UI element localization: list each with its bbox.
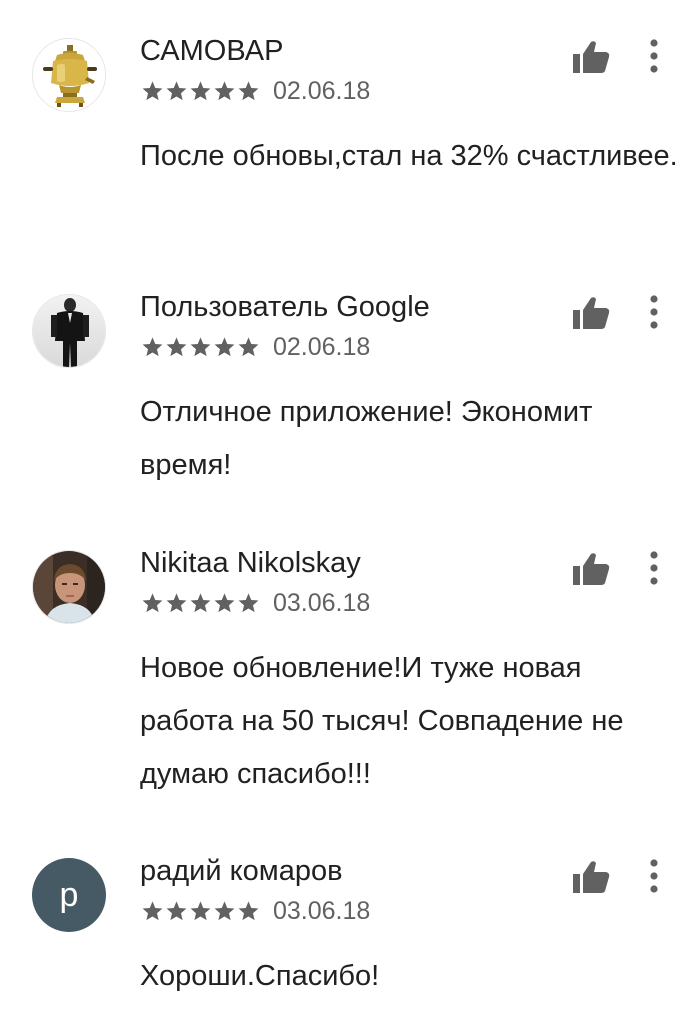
star-icon	[142, 81, 163, 101]
star-icon	[190, 337, 211, 357]
person-in-suit-icon	[33, 295, 105, 367]
author-avatar[interactable]: p	[32, 858, 106, 932]
review-date: 02.06.18	[273, 333, 371, 361]
thumbs-up-icon[interactable]	[572, 552, 610, 586]
author-name: радий комаров	[140, 855, 343, 887]
review-meta: 02.06.18	[141, 76, 370, 106]
review-text: Новое обновление!И туже новая работа на …	[140, 652, 624, 790]
thumbs-up-icon[interactable]	[572, 860, 610, 894]
star-rating	[141, 900, 261, 922]
author-avatar[interactable]	[32, 550, 106, 624]
star-icon	[166, 337, 187, 357]
review-text: После обновы,стал на 32% счастливее.	[140, 140, 678, 172]
more-vert-icon[interactable]	[640, 294, 668, 332]
author-avatar[interactable]	[32, 38, 106, 112]
thumbs-up-icon[interactable]	[572, 40, 610, 74]
author-name: Nikitaa Nikolskay	[140, 547, 361, 579]
star-icon	[214, 337, 235, 357]
samovar-icon	[33, 39, 105, 111]
star-rating	[141, 336, 261, 358]
thumbs-up-icon[interactable]	[572, 296, 610, 330]
review-text: Хороши.Спасибо!	[140, 960, 380, 992]
star-icon	[214, 81, 235, 101]
star-icon	[142, 593, 163, 613]
more-vert-icon[interactable]	[640, 858, 668, 896]
star-icon	[214, 593, 235, 613]
star-icon	[190, 901, 211, 921]
author-name: Пользователь Google	[140, 291, 430, 323]
star-rating	[141, 592, 261, 614]
review-date: 03.06.18	[273, 589, 371, 617]
review-meta: 03.06.18	[141, 588, 370, 618]
star-icon	[166, 901, 187, 921]
star-icon	[238, 901, 259, 921]
person-photo-icon	[33, 551, 105, 623]
star-icon	[238, 81, 259, 101]
more-vert-icon[interactable]	[640, 38, 668, 76]
author-name: САМОВАР	[140, 35, 284, 67]
star-icon	[166, 593, 187, 613]
review-meta: 02.06.18	[141, 332, 370, 362]
star-icon	[166, 81, 187, 101]
author-avatar[interactable]	[32, 294, 106, 368]
review-meta: 03.06.18	[141, 896, 370, 926]
review-date: 03.06.18	[273, 897, 371, 925]
star-icon	[238, 337, 259, 357]
star-icon	[238, 593, 259, 613]
star-rating	[141, 80, 261, 102]
star-icon	[142, 901, 163, 921]
review-text: Отличное приложение! Экономит время!	[140, 396, 593, 481]
star-icon	[214, 901, 235, 921]
star-icon	[190, 593, 211, 613]
review-date: 02.06.18	[273, 77, 371, 105]
star-icon	[142, 337, 163, 357]
star-icon	[190, 81, 211, 101]
more-vert-icon[interactable]	[640, 550, 668, 588]
